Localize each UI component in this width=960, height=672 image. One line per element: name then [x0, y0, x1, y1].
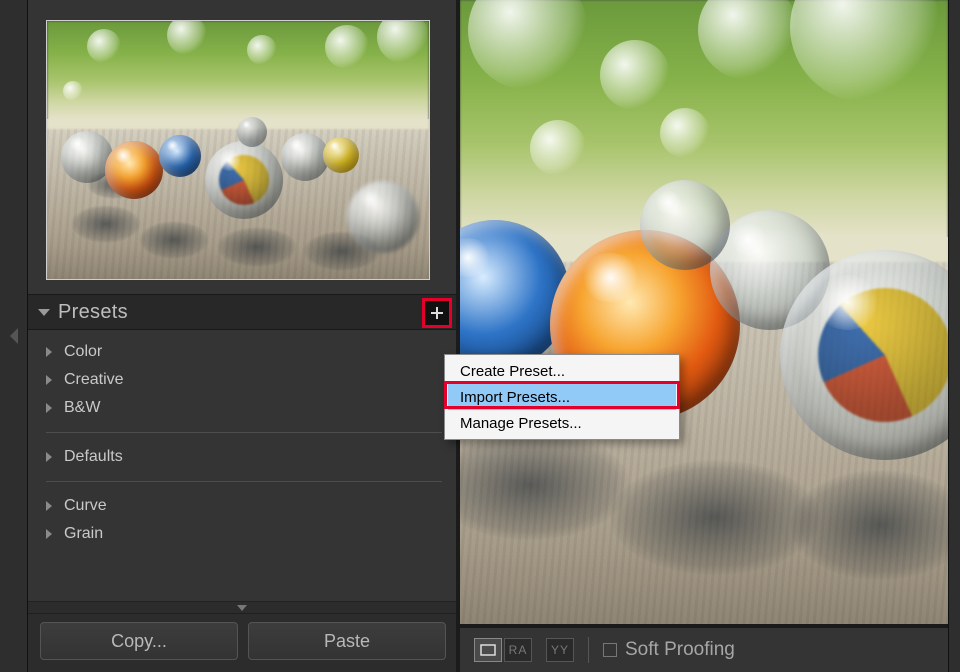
- paste-button[interactable]: Paste: [248, 622, 446, 660]
- chevron-right-icon: [46, 375, 52, 385]
- single-view-icon: [480, 644, 496, 656]
- panel-resize-grip[interactable]: [28, 601, 456, 613]
- copy-button[interactable]: Copy...: [40, 622, 238, 660]
- divider: [46, 481, 442, 482]
- view-mode-single-button[interactable]: [474, 638, 502, 662]
- chevron-right-icon: [46, 347, 52, 357]
- copy-paste-row: Copy... Paste: [28, 613, 456, 672]
- add-preset-button[interactable]: [422, 298, 452, 328]
- menu-item-manage-presets[interactable]: Manage Presets...: [448, 410, 676, 436]
- copy-button-label: Copy...: [111, 631, 167, 652]
- preset-group[interactable]: Curve: [46, 492, 452, 520]
- preset-group[interactable]: B&W: [46, 394, 452, 422]
- soft-proofing-toggle[interactable]: Soft Proofing: [603, 639, 735, 661]
- view-mode-group-2: YY: [546, 638, 574, 662]
- navigator-thumbnail[interactable]: [46, 20, 430, 280]
- menu-item-create-preset[interactable]: Create Preset...: [448, 358, 676, 384]
- menu-item-label: Import Presets...: [460, 389, 570, 406]
- preset-group-label: Color: [64, 343, 102, 361]
- preset-group-label: Defaults: [64, 448, 123, 466]
- preset-group-label: Creative: [64, 371, 124, 389]
- main-toolbar: RA YY Soft Proofing: [460, 624, 948, 672]
- left-edge-collapse[interactable]: [0, 0, 28, 672]
- preset-group-label: Grain: [64, 525, 103, 543]
- divider: [46, 432, 442, 433]
- presets-panel-header[interactable]: Presets: [28, 294, 456, 330]
- chevron-right-icon: [46, 501, 52, 511]
- preset-group[interactable]: Creative: [46, 366, 452, 394]
- preset-context-menu: Create Preset... Import Presets... Manag…: [444, 354, 680, 440]
- soft-proofing-label: Soft Proofing: [625, 639, 735, 661]
- preset-group[interactable]: Defaults: [46, 443, 452, 471]
- preset-group[interactable]: Color: [46, 338, 452, 366]
- preset-group[interactable]: Grain: [46, 520, 452, 548]
- checkbox-icon: [603, 643, 617, 657]
- right-edge: [948, 0, 960, 672]
- main-area: RA YY Soft Proofing: [460, 0, 948, 672]
- disclosure-down-icon: [38, 309, 50, 316]
- main-photo[interactable]: [460, 0, 948, 624]
- presets-panel-title: Presets: [58, 301, 128, 324]
- chevron-left-icon: [10, 328, 18, 344]
- preset-group-label: B&W: [64, 399, 100, 417]
- menu-item-import-presets[interactable]: Import Presets...: [448, 384, 676, 410]
- chevron-right-icon: [46, 403, 52, 413]
- paste-button-label: Paste: [324, 631, 370, 652]
- menu-item-label: Manage Presets...: [460, 415, 582, 432]
- view-mode-ra-button[interactable]: RA: [504, 638, 532, 662]
- plus-icon: [430, 306, 444, 320]
- menu-item-label: Create Preset...: [460, 363, 565, 380]
- navigator-thumbnail-wrap: [28, 0, 456, 294]
- chevron-down-icon: [237, 605, 247, 611]
- preset-group-label: Curve: [64, 497, 107, 515]
- view-mode-group-1: RA: [474, 638, 532, 662]
- presets-list: Color Creative B&W Defaults Curve Grain: [28, 330, 456, 601]
- chevron-right-icon: [46, 452, 52, 462]
- toolbar-separator: [588, 637, 589, 663]
- view-mode-ra-label: RA: [509, 643, 528, 657]
- view-mode-yy-label: YY: [551, 643, 569, 657]
- left-sidebar: Presets Color Creative B&W Defaults Curv…: [28, 0, 460, 672]
- chevron-right-icon: [46, 529, 52, 539]
- view-mode-yy-button[interactable]: YY: [546, 638, 574, 662]
